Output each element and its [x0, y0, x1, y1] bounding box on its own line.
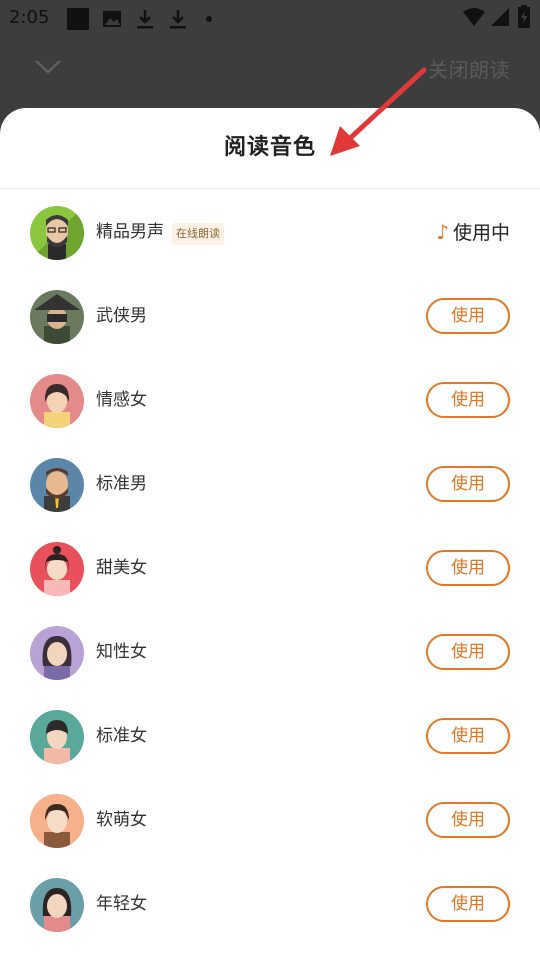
in-use-status: ♪ 使用中 — [436, 216, 510, 248]
image-icon — [103, 11, 121, 27]
use-button[interactable]: 使用 — [426, 802, 510, 838]
wifi-icon — [463, 8, 485, 26]
voice-row[interactable]: 年轻女 使用 — [0, 862, 540, 946]
voice-row[interactable]: 武侠男 使用 — [0, 274, 540, 358]
close-reading-button[interactable]: 关闭朗读 — [428, 54, 510, 83]
voice-row[interactable]: 甜美女 使用 — [0, 526, 540, 610]
status-bar: 2:05 — [0, 0, 540, 36]
voice-name: 软萌女 — [96, 810, 147, 830]
avatar — [30, 542, 84, 596]
avatar — [30, 710, 84, 764]
voice-row[interactable]: 情感女 使用 — [0, 358, 540, 442]
divider — [0, 188, 540, 189]
voice-row[interactable]: 标准女 使用 — [0, 694, 540, 778]
voice-name: 武侠男 — [96, 306, 147, 326]
use-button[interactable]: 使用 — [426, 382, 510, 418]
use-button[interactable]: 使用 — [426, 634, 510, 670]
voice-row[interactable]: 知性女 使用 — [0, 610, 540, 694]
voice-name: 标准女 — [96, 726, 147, 746]
avatar — [30, 458, 84, 512]
dot-icon — [206, 16, 212, 22]
sheet-title: 阅读音色 — [223, 135, 316, 160]
avatar — [30, 290, 84, 344]
voice-name: 知性女 — [96, 642, 147, 662]
voice-name: 精品男声 — [96, 222, 164, 242]
chevron-down-icon[interactable] — [34, 56, 62, 76]
voice-name: 甜美女 — [96, 558, 147, 578]
avatar — [30, 206, 84, 260]
avatar — [30, 374, 84, 428]
status-time: 2:05 — [9, 7, 50, 28]
voice-name: 标准男 — [96, 474, 147, 494]
voice-row[interactable]: 标准男 使用 — [0, 442, 540, 526]
voice-row[interactable]: 精品男声 在线朗读 ♪ 使用中 — [0, 190, 540, 274]
use-button[interactable]: 使用 — [426, 298, 510, 334]
online-reading-tag: 在线朗读 — [172, 223, 224, 245]
avatar — [30, 878, 84, 932]
use-button[interactable]: 使用 — [426, 718, 510, 754]
use-button[interactable]: 使用 — [426, 550, 510, 586]
avatar — [30, 626, 84, 680]
download-icon — [170, 10, 186, 29]
in-use-label: 使用中 — [452, 222, 510, 244]
avatar — [30, 794, 84, 848]
use-button[interactable]: 使用 — [426, 466, 510, 502]
voice-name: 年轻女 — [96, 894, 147, 914]
voice-selection-sheet: 阅读音色 精品男声 在线朗读 ♪ 使用中 武侠男 使用 情感女 使用 标准男 使… — [0, 108, 540, 960]
voice-row[interactable]: 软萌女 使用 — [0, 778, 540, 862]
music-note-icon: ♪ — [436, 220, 449, 244]
voice-name: 情感女 — [96, 390, 147, 410]
download-icon — [137, 10, 153, 29]
use-button[interactable]: 使用 — [426, 886, 510, 922]
signal-icon — [491, 8, 509, 26]
notification-square-icon — [67, 8, 89, 30]
battery-icon — [518, 5, 530, 28]
